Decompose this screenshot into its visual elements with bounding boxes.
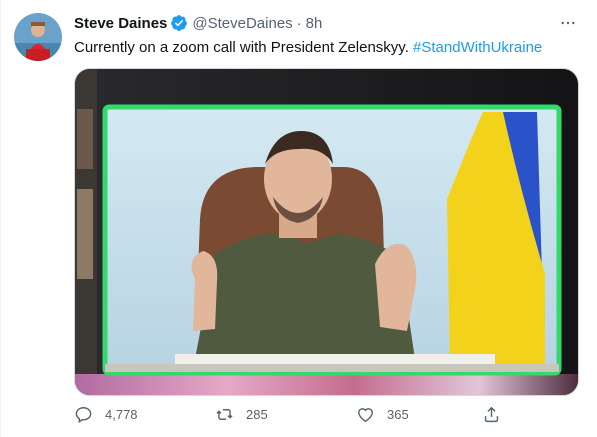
separator-dot: ·: [296, 14, 302, 32]
retweet-icon: [215, 405, 234, 424]
tweet-text: Currently on a zoom call with President …: [74, 38, 542, 58]
share-icon: [482, 405, 501, 424]
tweet-media-photo[interactable]: [74, 68, 579, 396]
tweet[interactable]: Steve Daines @SteveDaines · 8h Currently…: [0, 0, 597, 437]
tweet-actions: 4,778 285 365: [74, 405, 504, 429]
author-handle[interactable]: @SteveDaines: [192, 15, 292, 32]
reply-count: 4,778: [105, 407, 138, 422]
like-button[interactable]: 365: [356, 405, 409, 424]
retweet-count: 285: [246, 407, 268, 422]
timeline-divider: [0, 0, 1, 437]
tweet-header: Steve Daines @SteveDaines · 8h: [74, 13, 322, 33]
share-button[interactable]: [482, 405, 501, 424]
verified-badge-icon: [170, 14, 188, 32]
avatar[interactable]: [14, 13, 62, 61]
heart-icon: [356, 405, 375, 424]
tweet-body-text: Currently on a zoom call with President …: [74, 39, 409, 56]
retweet-button[interactable]: 285: [215, 405, 268, 424]
hashtag-link[interactable]: #StandWithUkraine: [413, 39, 542, 56]
like-count: 365: [387, 407, 409, 422]
reply-button[interactable]: 4,778: [74, 405, 138, 424]
tweet-timestamp[interactable]: 8h: [306, 15, 323, 32]
reply-icon: [74, 405, 93, 424]
author-display-name[interactable]: Steve Daines: [74, 15, 167, 32]
more-options-icon[interactable]: [557, 12, 579, 34]
